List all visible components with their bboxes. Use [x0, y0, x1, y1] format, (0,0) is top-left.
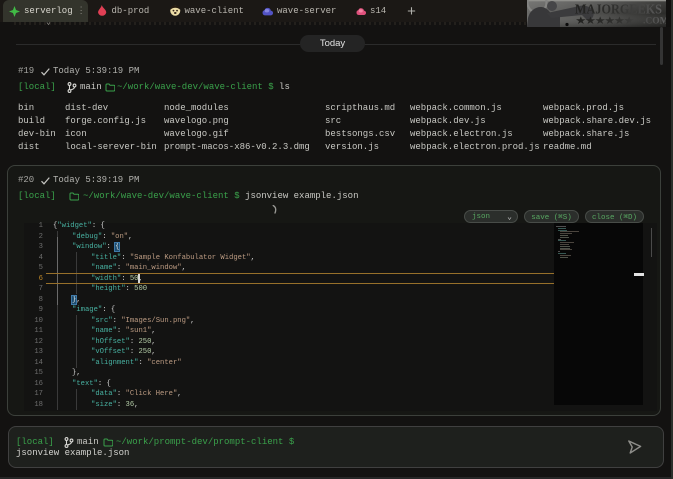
- svg-text:.COM: .COM: [643, 17, 666, 27]
- svg-text:★★★★★★: ★★★★★★: [576, 16, 635, 26]
